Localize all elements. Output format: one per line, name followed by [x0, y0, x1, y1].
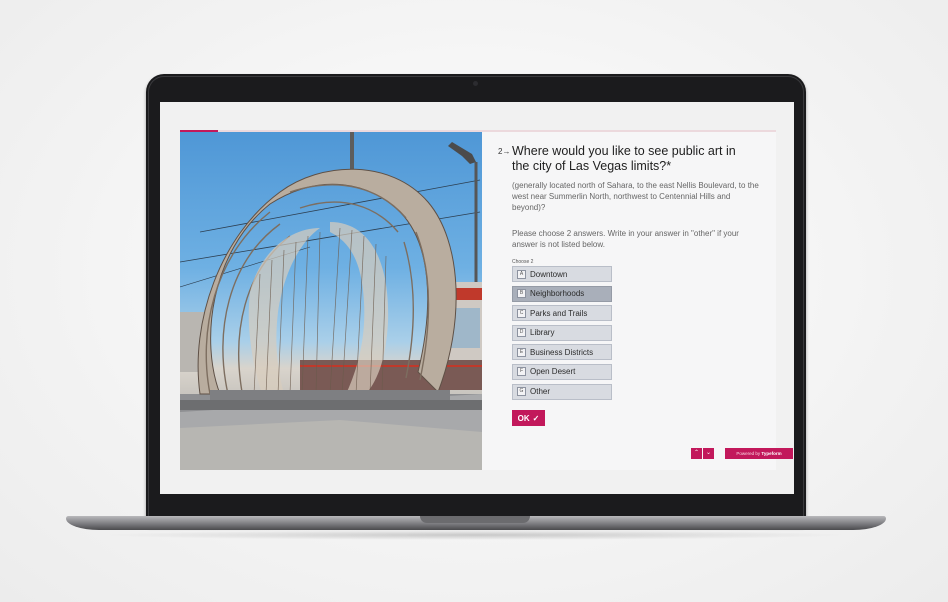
chevron-up-icon[interactable]: ⌃	[691, 448, 702, 459]
typeform-brand: Typeform	[761, 451, 782, 456]
choice-label: Neighborhoods	[530, 289, 585, 299]
powered-by-typeform-button[interactable]: Powered by Typeform	[725, 448, 793, 459]
choice-label: Library	[530, 328, 555, 338]
powered-by-label: Powered by	[736, 451, 761, 456]
laptop-notch	[420, 516, 530, 523]
choice-parks-and-trails[interactable]: C Parks and Trails	[512, 305, 612, 322]
choice-library[interactable]: D Library	[512, 324, 612, 341]
choice-label: Business Districts	[530, 347, 594, 357]
question-description: (generally located north of Sahara, to t…	[512, 181, 759, 212]
camera	[473, 81, 478, 86]
choice-label: Open Desert	[530, 367, 576, 377]
choice-label: Parks and Trails	[530, 308, 588, 318]
choice-key: B	[517, 289, 526, 299]
choice-key: E	[517, 347, 526, 357]
sculpture-photo	[180, 132, 482, 470]
question-navigation: ⌃ ⌄	[691, 448, 715, 459]
laptop-shadow	[100, 530, 850, 540]
choice-other[interactable]: G Other	[512, 383, 612, 400]
question-title: Where would you like to see public art i…	[512, 144, 736, 173]
choice-label: Downtown	[530, 269, 568, 279]
ok-label: OK	[517, 413, 530, 423]
choice-key: C	[517, 308, 526, 318]
choice-key: G	[517, 387, 526, 397]
choice-downtown[interactable]: A Downtown	[512, 266, 612, 282]
question-number: 2→	[498, 147, 511, 156]
choice-business-districts[interactable]: E Business Districts	[512, 344, 612, 361]
typeform-card: 2→ Where would you like to see public ar…	[180, 130, 793, 470]
choice-key: F	[517, 367, 526, 377]
choice-neighborhoods[interactable]: B Neighborhoods	[512, 285, 612, 302]
choice-label: Other	[530, 387, 551, 397]
laptop-screen: 2→ Where would you like to see public ar…	[160, 102, 794, 494]
check-icon: ✓	[532, 413, 540, 423]
chevron-down-icon[interactable]: ⌄	[703, 448, 714, 459]
question-instructions: Please choose 2 answers. Write in your a…	[512, 229, 739, 249]
choice-open-desert[interactable]: F Open Desert	[512, 363, 612, 380]
choice-key: A	[517, 269, 526, 279]
choice-key: D	[517, 328, 526, 338]
choice-list: A Downtown B Neighborhoods C Parks and T…	[512, 266, 612, 403]
choose-count-label: Choose 2	[512, 259, 534, 265]
ok-button[interactable]: OK ✓	[512, 410, 545, 426]
